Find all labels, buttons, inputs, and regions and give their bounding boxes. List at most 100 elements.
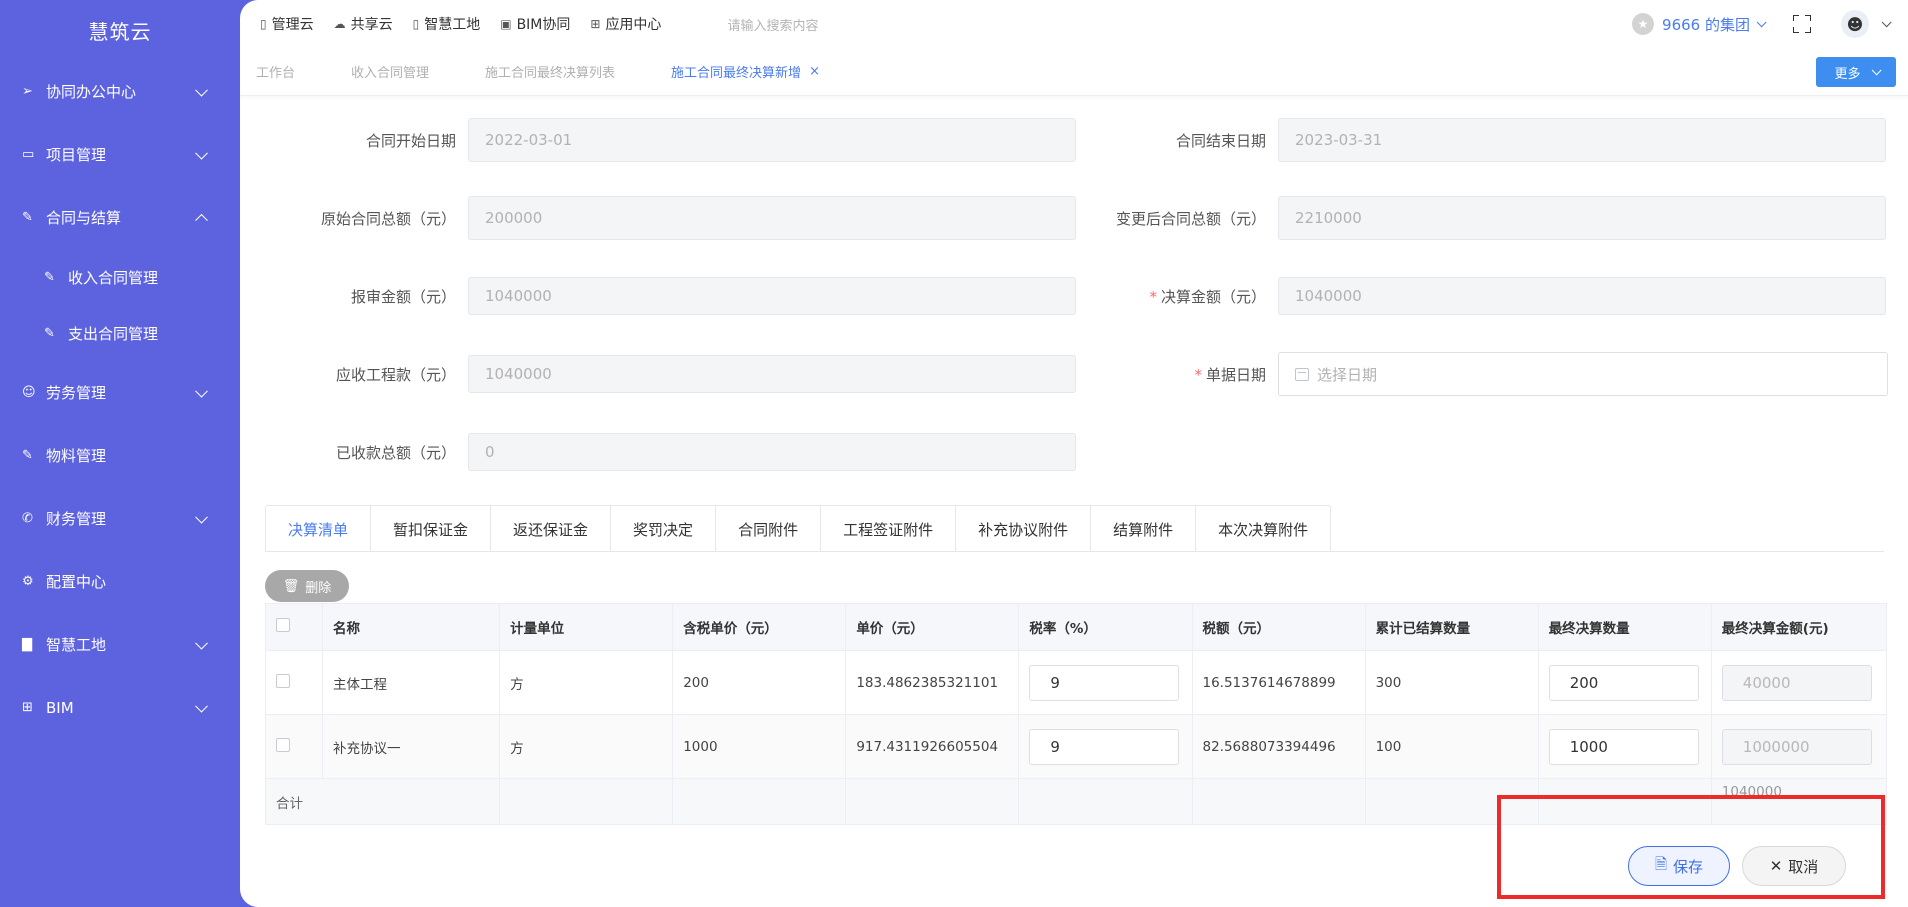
tax-rate-input[interactable]: 9: [1029, 664, 1180, 701]
group-switcher[interactable]: 9666 的集团: [1662, 14, 1767, 35]
tab-rewards-penalties[interactable]: 奖罚决定: [611, 506, 717, 552]
nav-app-center[interactable]: ⊞ 应用中心: [590, 14, 661, 34]
sidebar-item-projects[interactable]: ▭ 项目管理: [0, 123, 240, 186]
row-checkbox[interactable]: [276, 737, 290, 752]
nav-link-label: 智慧工地: [424, 17, 481, 33]
field-receivable: 应收工程款（元） 1040000: [265, 352, 1076, 396]
submitted-amount-input: 1040000: [468, 277, 1076, 315]
tabs-divider: [265, 551, 1884, 552]
nav-smart-site[interactable]: ▯ 智慧工地: [413, 14, 481, 34]
field-label: 单据日期: [1205, 365, 1266, 384]
cell-settled-qty: 100: [1364, 714, 1539, 779]
tab-label: 施工合同最终决算新增: [671, 66, 802, 81]
sidebar-item-label: 协同办公中心: [46, 83, 137, 101]
final-amount-cell-input: 40000: [1721, 664, 1872, 701]
column-header: 名称: [322, 603, 501, 651]
cell-tax-price: 1000: [672, 714, 847, 779]
sidebar-item-labor[interactable]: ☺ 劳务管理: [0, 361, 240, 424]
field-label: 决算金额（元）: [1160, 287, 1266, 306]
fullscreen-icon[interactable]: [1793, 15, 1811, 33]
tab-income-contracts[interactable]: 收入合同管理: [351, 62, 429, 81]
tab-withheld-deposit[interactable]: 暂扣保证金: [371, 506, 492, 552]
close-icon: ✕: [1769, 857, 1783, 875]
select-all-checkbox[interactable]: [276, 618, 290, 632]
delete-button[interactable]: 🗑 删除: [265, 570, 349, 602]
bar-chart-icon: ▇: [22, 637, 32, 652]
cell-name: 补充协议一: [322, 714, 501, 779]
tab-supplement-attachments[interactable]: 补充协议附件: [956, 506, 1092, 552]
tab-returned-deposit[interactable]: 返还保证金: [491, 506, 612, 552]
cell-tax-rate: 9: [1018, 650, 1193, 715]
tab-current-settlement-attachments[interactable]: 本次决算附件: [1196, 506, 1330, 552]
page-tabs: 工作台 收入合同管理 施工合同最终决算列表 施工合同最终决算新增 × 更多: [240, 48, 1908, 96]
column-header: 计量单位: [499, 603, 674, 651]
sidebar-item-label: BIM: [46, 698, 74, 717]
detail-tabs: 决算清单 暂扣保证金 返还保证金 奖罚决定 合同附件 工程签证附件 补充协议附件…: [265, 505, 1332, 552]
final-qty-input[interactable]: 200: [1548, 664, 1699, 701]
close-icon[interactable]: ×: [809, 64, 820, 79]
sidebar-item-label: 支出合同管理: [68, 324, 159, 343]
bill-date-picker[interactable]: 选择日期: [1278, 352, 1888, 396]
tax-rate-input[interactable]: 9: [1029, 728, 1180, 765]
chevron-down-icon: [195, 510, 208, 524]
original-total-input: 200000: [468, 196, 1076, 240]
sidebar-item-label: 合同与结算: [46, 209, 122, 227]
sidebar-item-config[interactable]: ⚙ 配置中心: [0, 550, 240, 613]
changed-total-input: 2210000: [1278, 196, 1886, 240]
sidebar-item-expense-contracts[interactable]: ✎ 支出合同管理: [0, 305, 240, 361]
cancel-button[interactable]: ✕ 取消: [1742, 846, 1846, 886]
nav-link-label: 共享云: [350, 17, 393, 33]
tab-label: 施工合同最终决算列表: [485, 66, 616, 81]
box-icon: ▣: [500, 17, 512, 31]
chevron-down-icon: [195, 636, 208, 650]
tab-visa-attachments[interactable]: 工程签证附件: [821, 506, 957, 552]
more-label: 更多: [1834, 66, 1861, 82]
cell-name: 主体工程: [322, 650, 501, 715]
sidebar-item-materials[interactable]: ✎ 物料管理: [0, 424, 240, 487]
tab-settlement-list[interactable]: 决算清单: [266, 506, 372, 552]
chevron-down-icon: [195, 146, 208, 160]
tab-final-settlement-list[interactable]: 施工合同最终决算列表: [485, 62, 615, 81]
sidebar-item-contracts[interactable]: ✎ 合同与结算: [0, 186, 240, 249]
row-checkbox[interactable]: [276, 673, 290, 688]
tab-settlement-attachments[interactable]: 结算附件: [1091, 506, 1197, 552]
edit-icon: ✎: [44, 325, 55, 341]
cell-final-qty: 1000: [1537, 714, 1712, 779]
sidebar-item-collab-office[interactable]: ➢ 协同办公中心: [0, 60, 240, 123]
received-total-input: 0: [468, 433, 1076, 471]
select-all-cell: [264, 603, 324, 651]
more-button[interactable]: 更多: [1816, 57, 1896, 87]
tab-contract-attachments[interactable]: 合同附件: [716, 506, 822, 552]
sidebar-item-bim[interactable]: ⊞ BIM: [0, 676, 240, 739]
nav-management-cloud[interactable]: ▯ 管理云: [260, 14, 314, 34]
chevron-down-icon[interactable]: [1881, 16, 1892, 27]
field-label: 原始合同总额（元）: [320, 209, 456, 228]
edit-icon: ✎: [22, 210, 33, 225]
nav-shared-cloud[interactable]: ☁ 共享云: [334, 14, 393, 34]
chevron-down-icon: [195, 384, 208, 398]
save-button[interactable]: 🗎 保存: [1628, 846, 1730, 886]
field-label: 已收款总额（元）: [335, 443, 456, 462]
sidebar-item-smart-site[interactable]: ▇ 智慧工地: [0, 613, 240, 676]
sidebar-item-finance[interactable]: ✆ 财务管理: [0, 487, 240, 550]
tab-workbench[interactable]: 工作台: [256, 62, 295, 81]
field-bill-date: * 单据日期 选择日期: [1075, 352, 1888, 396]
final-qty-input[interactable]: 1000: [1548, 728, 1699, 765]
tab-final-settlement-new[interactable]: 施工合同最终决算新增 ×: [671, 62, 820, 81]
nav-link-label: BIM协同: [516, 17, 571, 33]
send-icon: ➢: [22, 84, 33, 99]
row-select-cell: [264, 714, 324, 779]
edit-icon: ✎: [44, 269, 55, 285]
search-input[interactable]: 请输入搜索内容: [727, 15, 818, 34]
users-icon: ☺: [22, 385, 36, 400]
nav-bim-collab[interactable]: ▣ BIM协同: [500, 14, 570, 34]
grid-icon: ⊞: [22, 700, 33, 715]
field-label: 报审金额（元）: [350, 287, 456, 306]
total-empty-cell: [1191, 778, 1366, 825]
required-mark: *: [1149, 287, 1157, 306]
avatar[interactable]: ☻: [1841, 10, 1869, 38]
column-header: 累计已结算数量: [1364, 603, 1539, 651]
column-header: 单价（元）: [845, 603, 1020, 651]
field-final-amount: * 决算金额（元） 1040000: [1075, 274, 1886, 318]
sidebar-item-income-contracts[interactable]: ✎ 收入合同管理: [0, 249, 240, 305]
